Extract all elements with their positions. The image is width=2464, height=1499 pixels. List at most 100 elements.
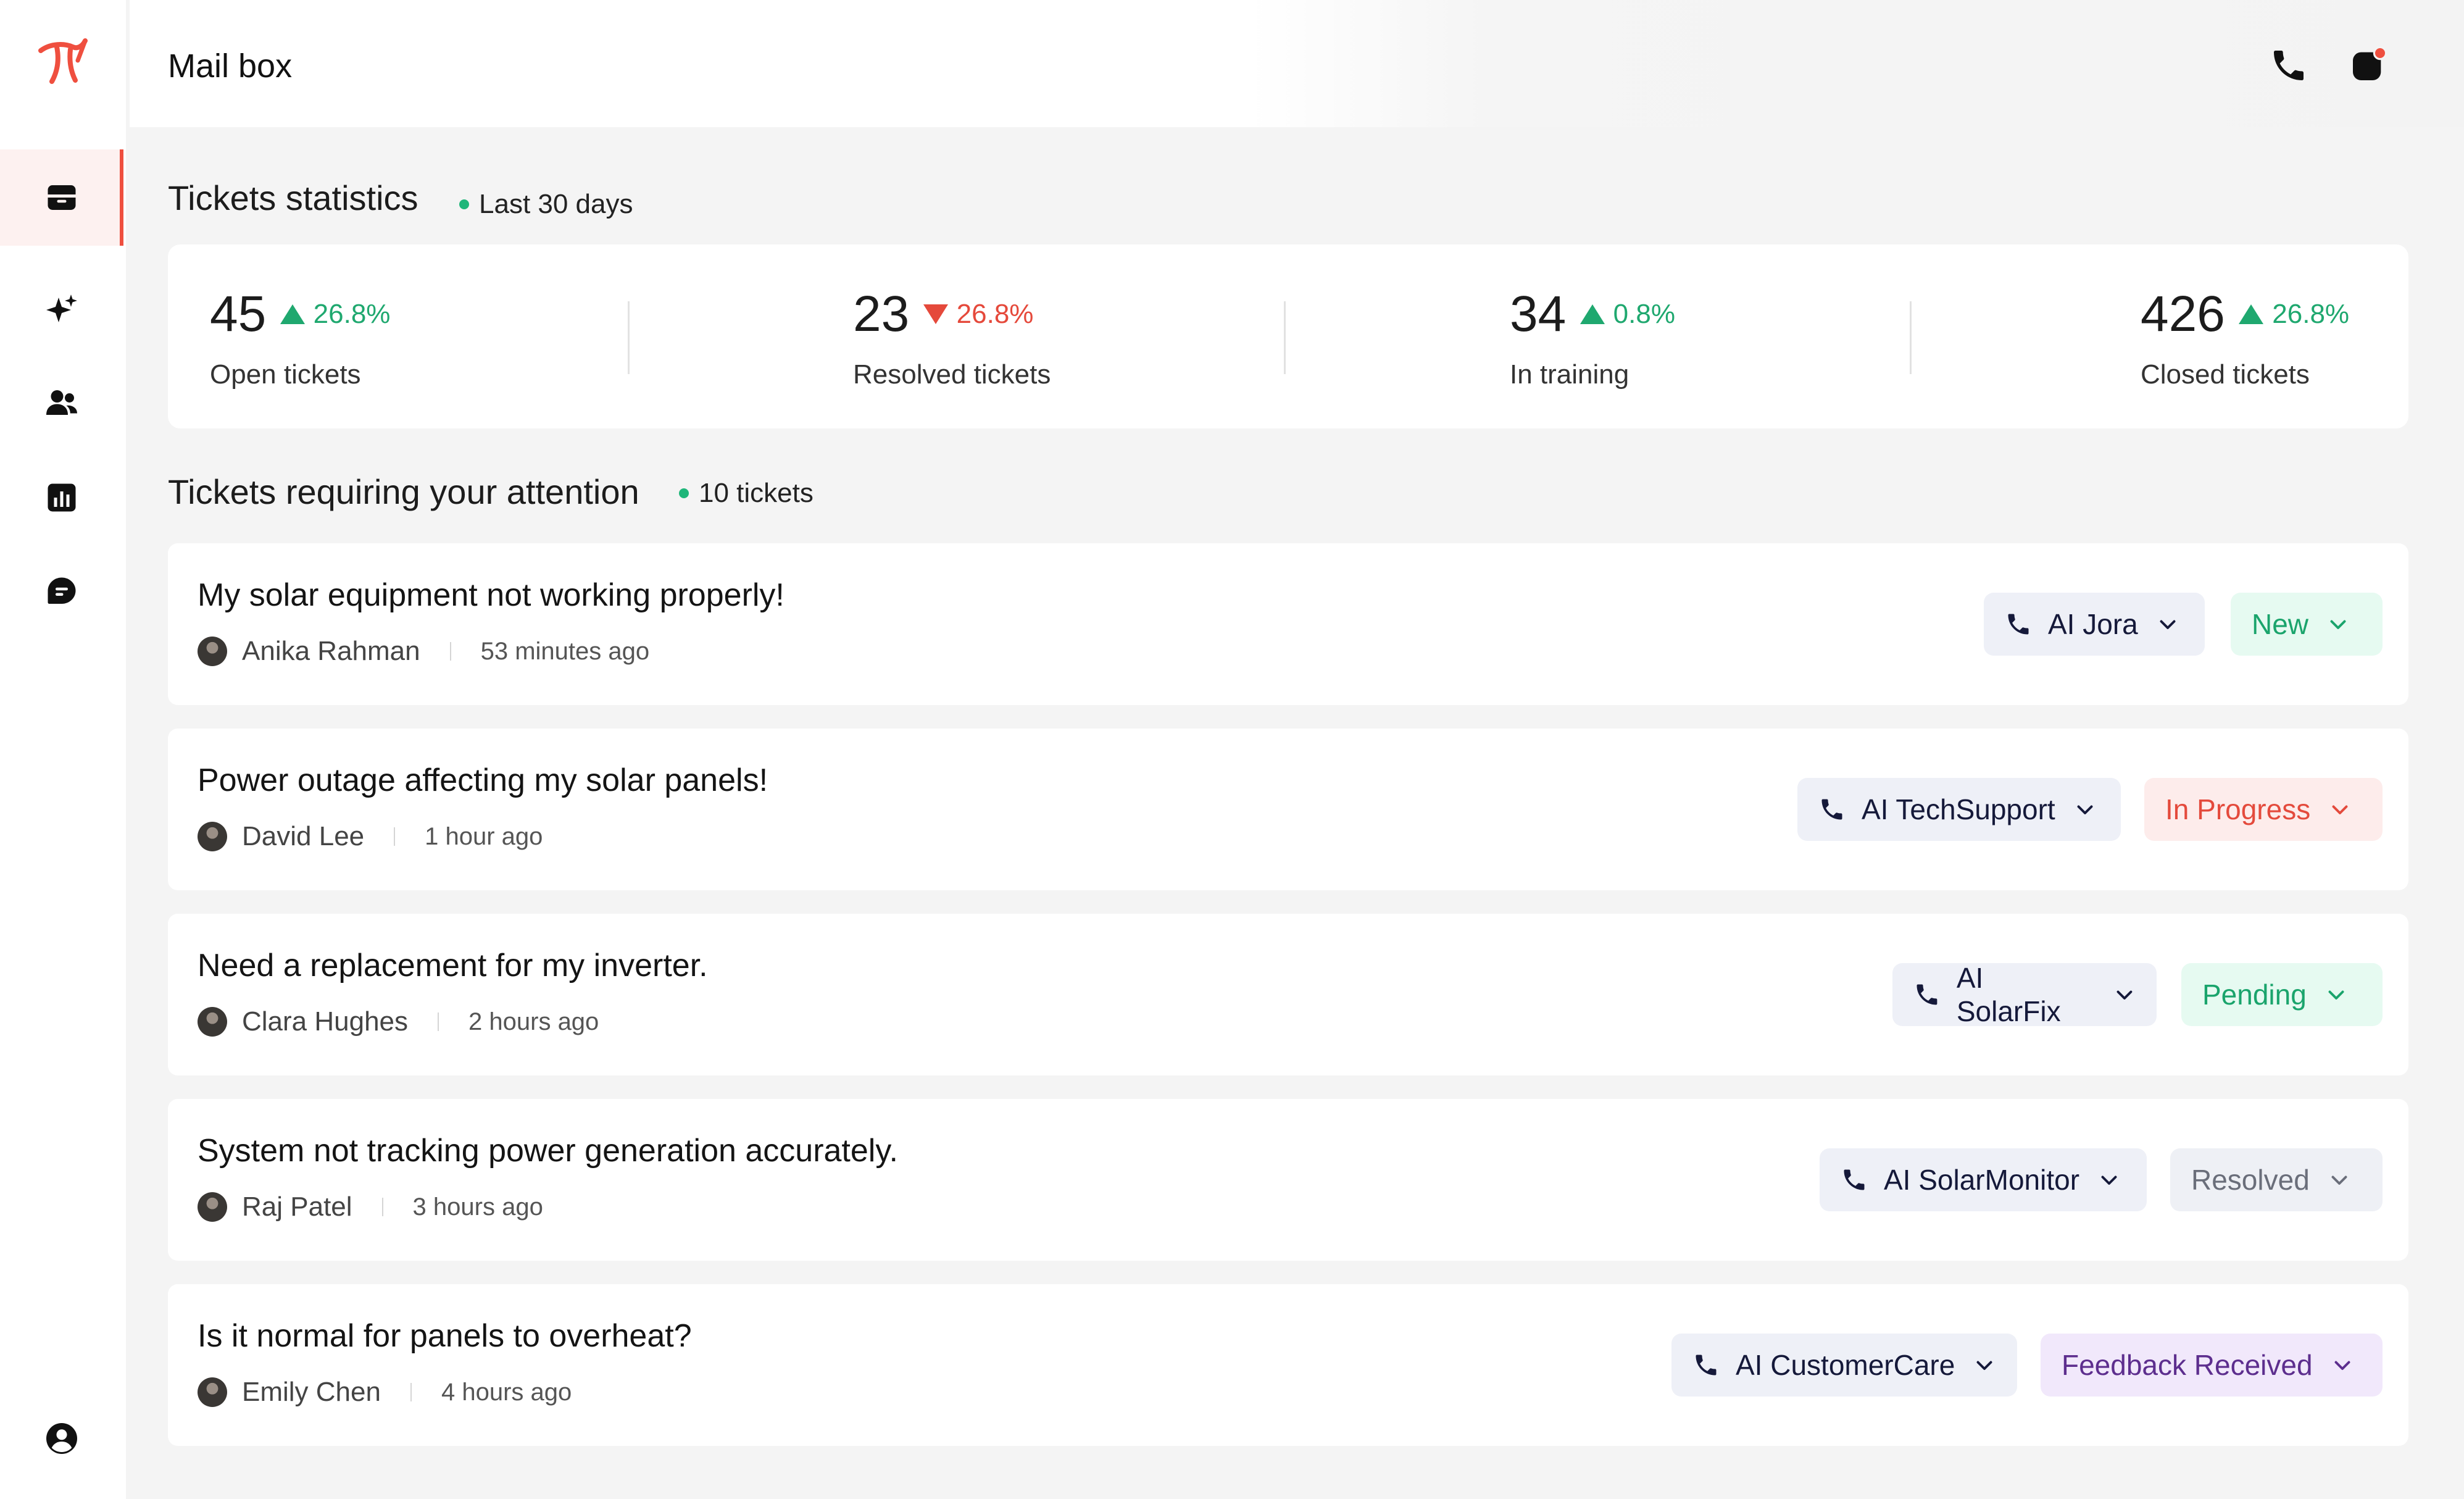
notification-icon[interactable] <box>2348 46 2387 85</box>
meta-separator <box>381 1198 383 1216</box>
chevron-down-icon <box>2160 620 2176 629</box>
chevron-down-icon <box>2077 805 2093 814</box>
customer-name: Anika Rahman <box>242 636 420 666</box>
ticket-title[interactable]: Is it normal for panels to overheat? <box>198 1317 692 1355</box>
phone-icon <box>1696 1355 1717 1376</box>
avatar <box>198 822 227 851</box>
ticket-title[interactable]: Need a replacement for my inverter. <box>198 947 708 984</box>
trend-up-icon <box>280 304 305 324</box>
chat-icon <box>48 577 76 604</box>
status-label: Pending <box>2202 979 2307 1011</box>
sidebar <box>0 0 126 1499</box>
customer-name: Clara Hughes <box>242 1006 409 1037</box>
count-status-dot <box>679 488 689 498</box>
brand-logo-icon <box>38 38 88 84</box>
ticket-title[interactable]: System not tracking power generation acc… <box>198 1132 898 1169</box>
customer-name: David Lee <box>242 821 365 851</box>
stat-value: 426 <box>2141 286 2225 342</box>
users-icon <box>46 390 77 415</box>
stat-trend: 26.8% <box>923 299 1034 330</box>
chevron-down-icon <box>2331 1175 2347 1185</box>
agent-name: AI SolarFix <box>1956 962 2061 1027</box>
ticket-meta: David Lee 1 hour ago <box>198 821 543 852</box>
agent-dropdown[interactable]: AI SolarMonitor <box>1820 1148 2147 1211</box>
stats-card: 45 26.8% Open tickets 23 26.8% Resolved … <box>168 244 2408 428</box>
agent-name: AI Jora <box>2048 608 2138 640</box>
status-dropdown[interactable]: New <box>2231 593 2383 656</box>
meta-separator <box>438 1013 439 1031</box>
meta-separator <box>449 642 451 661</box>
meta-separator <box>410 1383 412 1401</box>
agent-dropdown[interactable]: AI CustomerCare <box>1671 1334 2017 1397</box>
bar-chart-icon <box>48 483 76 512</box>
sidebar-item-analytics[interactable] <box>0 449 123 546</box>
sidebar-item-mailbox[interactable] <box>0 149 123 246</box>
ticket-meta: Clara Hughes 2 hours ago <box>198 1006 599 1037</box>
status-dropdown[interactable]: Resolved <box>2170 1148 2383 1211</box>
agent-name: AI SolarMonitor <box>1884 1164 2080 1196</box>
attention-count: 10 tickets <box>679 478 814 509</box>
ticket-time: 53 minutes ago <box>480 637 650 665</box>
ticket-time: 4 hours ago <box>441 1378 572 1406</box>
phone-icon[interactable] <box>2269 46 2308 85</box>
avatar <box>198 1377 227 1407</box>
agent-name: AI CustomerCare <box>1736 1349 1955 1381</box>
ticket-title[interactable]: Power outage affecting my solar panels! <box>198 762 768 799</box>
avatar <box>198 1007 227 1037</box>
sidebar-item-account[interactable] <box>0 1390 123 1487</box>
ticket-card[interactable]: Power outage affecting my solar panels! … <box>168 729 2408 890</box>
ticket-time: 3 hours ago <box>412 1193 543 1221</box>
phone-icon <box>1844 1169 1865 1190</box>
stats-section-title: Tickets statistics <box>168 178 418 217</box>
ticket-time: 2 hours ago <box>468 1008 599 1035</box>
sidebar-item-chat[interactable] <box>0 543 123 640</box>
status-dropdown[interactable]: Feedback Received <box>2041 1334 2383 1397</box>
chevron-down-icon <box>2332 805 2348 814</box>
ticket-card[interactable]: My solar equipment not working properly!… <box>168 543 2408 705</box>
stats-period-label: Last 30 days <box>479 189 633 219</box>
agent-dropdown[interactable]: AI Jora <box>1984 593 2205 656</box>
chevron-down-icon <box>2101 1175 2117 1185</box>
sidebar-item-ai[interactable] <box>0 262 123 358</box>
stat-trend: 0.8% <box>1580 299 1675 330</box>
avatar <box>198 637 227 666</box>
status-dropdown[interactable]: In Progress <box>2144 778 2383 841</box>
ticket-card[interactable]: Is it normal for panels to overheat? Emi… <box>168 1284 2408 1446</box>
attention-section-title: Tickets requiring your attention <box>168 472 639 511</box>
chevron-down-icon <box>1976 1361 1992 1370</box>
trend-down-icon <box>923 304 948 324</box>
chevron-down-icon <box>2334 1361 2350 1370</box>
stat-label: Resolved tickets <box>853 359 1051 390</box>
status-label: Feedback Received <box>2062 1349 2313 1381</box>
customer-name: Raj Patel <box>242 1192 352 1222</box>
attention-count-label: 10 tickets <box>699 478 814 508</box>
ticket-title[interactable]: My solar equipment not working properly! <box>198 577 785 614</box>
meta-separator <box>394 827 396 846</box>
chevron-down-icon <box>2116 990 2133 1000</box>
ticket-card[interactable]: Need a replacement for my inverter. Clar… <box>168 914 2408 1075</box>
phone-icon <box>1821 799 1842 820</box>
stat-change: 26.8% <box>2272 299 2350 329</box>
stat-open-tickets: 45 26.8% Open tickets <box>210 285 390 390</box>
stat-closed-tickets: 426 26.8% Closed tickets <box>2141 285 2349 390</box>
stat-value: 34 <box>1510 286 1567 342</box>
stat-change: 26.8% <box>313 299 391 329</box>
stat-label: In training <box>1510 359 1629 390</box>
agent-dropdown[interactable]: AI SolarFix <box>1892 962 2157 1027</box>
status-label: Resolved <box>2191 1164 2310 1196</box>
stat-in-training: 34 0.8% In training <box>1510 285 1675 390</box>
trend-up-icon <box>1580 304 1605 324</box>
phone-icon <box>2008 614 2029 635</box>
status-dropdown[interactable]: Pending <box>2181 963 2383 1026</box>
stats-period: Last 30 days <box>459 189 633 220</box>
phone-icon <box>1917 984 1937 1005</box>
user-account-icon <box>46 1423 77 1454</box>
ticket-card[interactable]: System not tracking power generation acc… <box>168 1099 2408 1261</box>
stat-change: 0.8% <box>1613 299 1675 329</box>
stat-value: 45 <box>210 286 267 342</box>
agent-dropdown[interactable]: AI TechSupport <box>1797 778 2121 841</box>
stat-change: 26.8% <box>956 299 1034 329</box>
sidebar-item-customers[interactable] <box>0 354 123 451</box>
stat-divider <box>628 301 630 374</box>
stat-trend: 26.8% <box>2239 299 2349 330</box>
